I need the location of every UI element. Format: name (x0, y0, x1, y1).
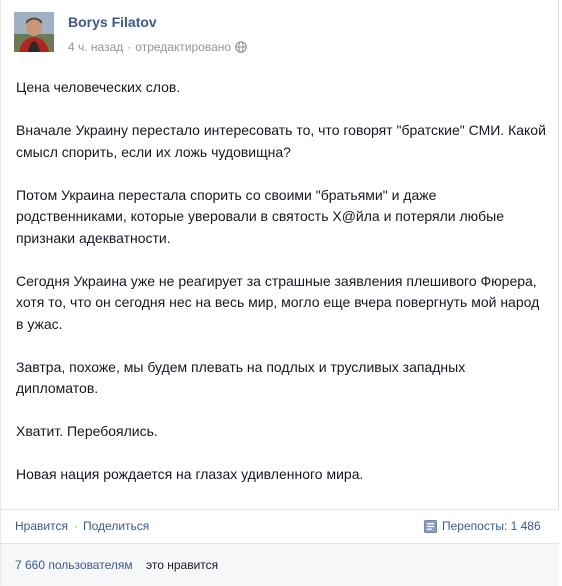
author-name[interactable]: Borys Filatov (68, 14, 157, 30)
globe-icon[interactable] (235, 41, 247, 56)
avatar[interactable] (14, 12, 54, 52)
post-time[interactable]: 4 ч. назад (68, 40, 123, 54)
edited-label[interactable]: отредактировано (135, 40, 231, 54)
post-paragraph: Завтра, похоже, мы будем плевать на подл… (16, 358, 466, 397)
post-body: Цена человеческих слов. Вначале Украину … (16, 77, 546, 507)
post-paragraph: Новая нация рождается на глазах удивленн… (16, 466, 364, 482)
likes-tail-text: это нравится (146, 558, 219, 572)
post-paragraph: Цена человеческих слов. (16, 79, 181, 95)
likes-summary: 7 660 пользователям это нравится (1, 543, 559, 586)
reposts-link[interactable]: Перепосты: 1 486 (424, 519, 541, 536)
meta-separator: · (127, 40, 132, 54)
post-paragraph: Хватит. Перебоялись. (16, 423, 158, 439)
likes-count-link[interactable]: 7 660 пользователям (15, 558, 133, 572)
post-paragraph: Сегодня Украина уже не реагирует за стра… (16, 272, 540, 332)
post-paragraph: Вначале Украину перестало интересовать т… (16, 122, 546, 160)
post-meta: 4 ч. назад · отредактировано (68, 40, 247, 56)
actions-separator: · (74, 519, 78, 533)
post-card: Borys Filatov 4 ч. назад · отредактировано… (0, 0, 559, 586)
post-paragraph: Потом Украина перестала спорить со своим… (16, 186, 505, 246)
reposts-count: Перепосты: 1 486 (442, 519, 541, 533)
reposts-icon (424, 520, 437, 536)
post-actions: Нравится · Поделиться Перепосты: 1 486 (1, 509, 559, 544)
like-button[interactable]: Нравится (15, 519, 68, 533)
share-button[interactable]: Поделиться (83, 519, 149, 533)
